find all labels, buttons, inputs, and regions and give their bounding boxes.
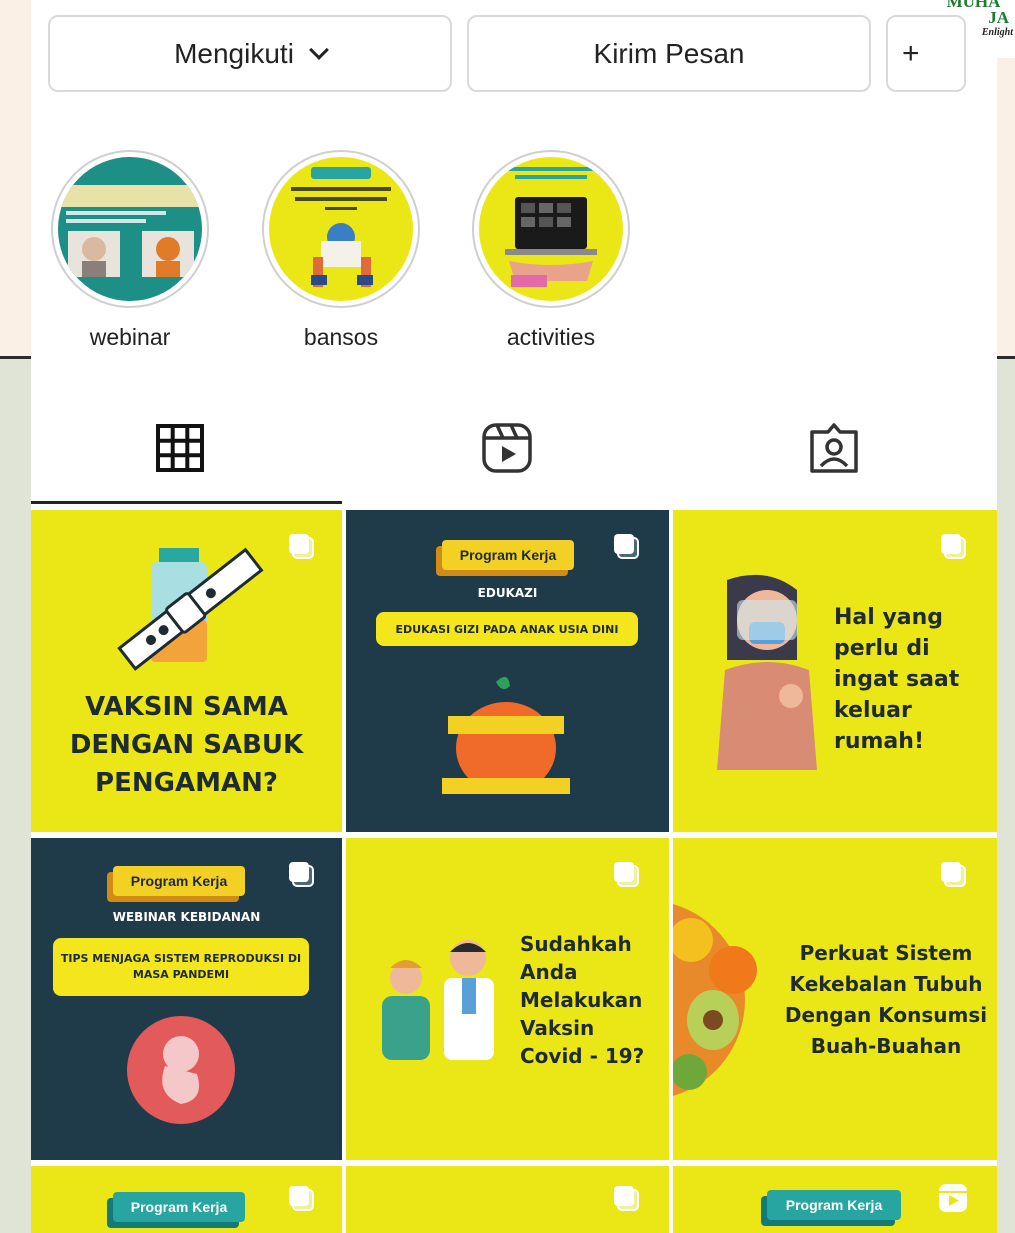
highlight-label: activities [506, 324, 596, 350]
multiple-photos-icon [941, 862, 966, 887]
multiple-photos-icon [941, 534, 966, 559]
fetus-illustration [127, 1016, 235, 1124]
multiple-photos-icon [289, 1186, 314, 1211]
post-row3-1[interactable]: Program Kerja [31, 1166, 342, 1233]
highlight-webinar[interactable]: webinar [49, 150, 211, 351]
post-subtitle: WEBINAR KEBIDANAN [112, 910, 261, 924]
grid-icon [156, 424, 204, 472]
program-kerja-badge: Program Kerja [442, 540, 574, 570]
highlight-activities[interactable]: activities [470, 150, 632, 351]
post-banner: TIPS MENJAGA SISTEM REPRODUKSI DI MASA P… [53, 938, 309, 996]
multiple-photos-icon [289, 862, 314, 887]
multiple-photos-icon [289, 534, 314, 559]
apple-illustration [442, 676, 570, 794]
post-caption: VAKSIN SAMA DENGAN SABUK PENGAMAN? [69, 692, 304, 798]
following-button[interactable]: Mengikuti [48, 15, 452, 92]
post-sudahkah-vaksin[interactable]: Sudahkah Anda Melakukan Vaksin Covid - 1… [346, 838, 669, 1160]
following-label: Mengikuti [174, 37, 294, 69]
post-subtitle: EDUKAZI [477, 586, 538, 600]
multiple-photos-icon [614, 1186, 639, 1211]
message-label: Kirim Pesan [593, 37, 745, 69]
chevron-down-icon [309, 39, 329, 60]
tab-reels[interactable] [477, 418, 537, 478]
fruits-illustration [673, 904, 757, 1096]
tagged-icon [810, 423, 858, 473]
highlight-label: webinar [89, 324, 171, 350]
add-person-icon: + [902, 36, 920, 70]
tab-posts[interactable] [150, 418, 210, 478]
post-row3-3[interactable]: Program Kerja [673, 1166, 997, 1233]
post-caption: Hal yang perlu di ingat saat keluar ruma… [834, 605, 960, 754]
reels-icon [482, 423, 532, 473]
post-row3-2[interactable] [346, 1166, 669, 1233]
program-kerja-badge: Program Kerja [767, 1190, 901, 1220]
active-tab-indicator [31, 501, 342, 504]
message-button[interactable]: Kirim Pesan [467, 15, 871, 92]
multiple-photos-icon [614, 534, 639, 559]
post-vaksin-sabuk[interactable]: VAKSIN SAMA DENGAN SABUK PENGAMAN? [31, 510, 342, 832]
highlight-cover [479, 157, 623, 301]
multiple-photos-icon [614, 862, 639, 887]
highlight-bansos[interactable]: bansos [260, 150, 422, 351]
highlight-ring [472, 150, 630, 308]
program-kerja-badge: Program Kerja [113, 866, 245, 896]
highlight-cover [269, 157, 413, 301]
tab-tagged[interactable] [804, 418, 864, 478]
reels-icon [939, 1184, 967, 1212]
program-kerja-badge: Program Kerja [113, 1192, 245, 1222]
vaccine-illustration [117, 547, 264, 671]
post-kekebalan-buah[interactable]: Perkuat Sistem Kekebalan Tubuh Dengan Ko… [673, 838, 997, 1160]
post-tips-reproduksi[interactable]: Program Kerja WEBINAR KEBIDANAN TIPS MEN… [31, 838, 342, 1160]
post-caption: Sudahkah Anda Melakukan Vaksin Covid - 1… [520, 932, 645, 1068]
post-hal-perlu-diingat[interactable]: Hal yang perlu di ingat saat keluar ruma… [673, 510, 997, 832]
highlight-label: bansos [303, 324, 379, 350]
woman-mask-illustration [717, 574, 817, 770]
highlight-ring [51, 150, 209, 308]
post-caption: Perkuat Sistem Kekebalan Tubuh Dengan Ko… [784, 941, 988, 1058]
post-edukasi-gizi[interactable]: Program Kerja EDUKAZI EDUKASI GIZI PADA … [346, 510, 669, 832]
highlight-cover [58, 157, 202, 301]
doctor-vaccine-illustration [382, 940, 494, 1060]
add-person-button[interactable]: + [886, 15, 966, 92]
post-banner: EDUKASI GIZI PADA ANAK USIA DINI [376, 612, 638, 646]
highlight-ring [262, 150, 420, 308]
